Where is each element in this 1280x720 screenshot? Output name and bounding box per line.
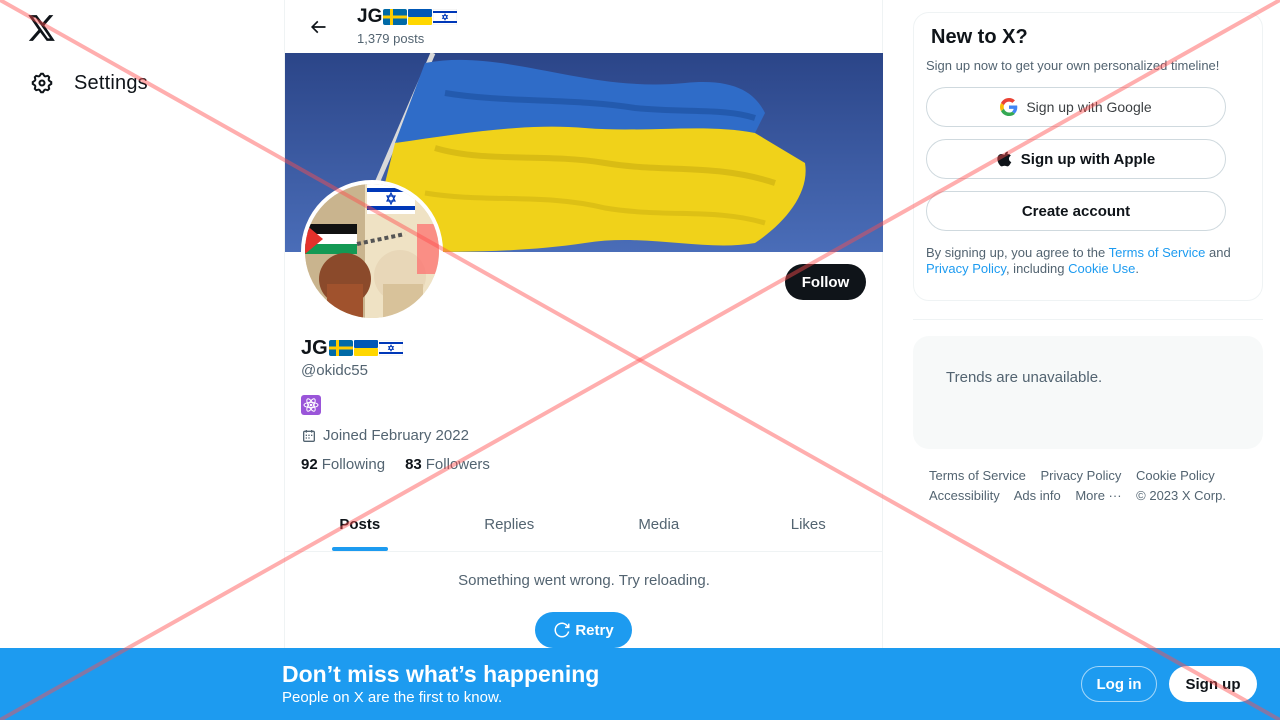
signup-legal-text: By signing up, you agree to the Terms of…	[926, 245, 1246, 277]
prompt-title: Don’t miss what’s happening	[282, 661, 600, 687]
signup-title: New to X?	[931, 26, 1028, 48]
sweden-flag-icon	[328, 340, 353, 356]
refresh-icon	[554, 622, 570, 638]
tab-posts[interactable]: Posts	[285, 497, 435, 551]
profile-column: JG 1,379 posts Follow JG @okidc55 Joined…	[284, 0, 883, 720]
apple-icon	[997, 151, 1012, 167]
trends-unavailable-text: Trends are unavailable.	[946, 369, 1103, 386]
signup-subtitle: Sign up now to get your own personalized…	[926, 58, 1220, 73]
israel-flag-icon	[378, 340, 403, 356]
footer-copyright: © 2023 X Corp.	[1136, 488, 1226, 503]
profile-tabs: Posts Replies Media Likes	[285, 497, 883, 552]
footer-ads[interactable]: Ads info	[1014, 488, 1061, 503]
nav-settings-label: Settings	[74, 71, 148, 94]
footer-privacy[interactable]: Privacy Policy	[1040, 468, 1121, 483]
left-navigation: Settings	[0, 0, 284, 720]
profile-info: JG @okidc55 Joined February 2022 92 Follo…	[301, 336, 861, 473]
x-logo-icon[interactable]	[26, 12, 58, 44]
signup-card: New to X? Sign up now to get your own pe…	[913, 12, 1263, 301]
nav-settings[interactable]: Settings	[20, 62, 158, 104]
follow-stats: 92 Following 83 Followers	[301, 456, 861, 473]
israel-flag-icon	[433, 9, 458, 25]
profile-header-bar: JG 1,379 posts	[285, 0, 882, 53]
gear-icon	[31, 72, 53, 94]
following-label: Following	[321, 456, 386, 473]
google-icon	[1000, 98, 1018, 116]
trends-card: Trends are unavailable.	[913, 336, 1263, 449]
sidebar-divider	[913, 319, 1263, 320]
legal-prefix: By signing up, you agree to the	[926, 245, 1109, 260]
footer-accessibility[interactable]: Accessibility	[929, 488, 1000, 503]
signup-button[interactable]: Sign up	[1169, 666, 1257, 702]
follow-button[interactable]: Follow	[785, 264, 866, 300]
following-link[interactable]: 92 Following	[301, 456, 385, 473]
tab-replies[interactable]: Replies	[435, 497, 585, 551]
login-button[interactable]: Log in	[1081, 666, 1157, 702]
create-account-button[interactable]: Create account	[926, 191, 1226, 231]
feed-error-message: Something went wrong. Try reloading.	[458, 572, 710, 589]
login-prompt-bar: Don’t miss what’s happening People on X …	[0, 648, 1280, 720]
privacy-link[interactable]: Privacy Policy	[926, 261, 1006, 276]
legal-end: .	[1135, 261, 1139, 276]
ukraine-flag-icon	[408, 9, 433, 25]
terms-link[interactable]: Terms of Service	[1109, 245, 1206, 260]
tab-media[interactable]: Media	[584, 497, 734, 551]
signup-apple-label: Sign up with Apple	[1020, 150, 1156, 168]
followers-label: Followers	[425, 456, 490, 473]
profile-name-text: JG	[301, 336, 328, 359]
sweden-flag-icon	[383, 9, 408, 25]
profile-avatar[interactable]	[301, 180, 443, 322]
footer-cookie[interactable]: Cookie Policy	[1136, 468, 1215, 483]
header-post-count: 1,379 posts	[357, 31, 425, 46]
footer-links: Terms of Service Privacy Policy Cookie P…	[929, 466, 1249, 506]
joined-text: Joined February 2022	[323, 427, 469, 444]
legal-and: and	[1205, 245, 1231, 260]
retry-label: Retry	[575, 621, 614, 639]
ukraine-flag-icon	[353, 340, 378, 356]
calendar-icon	[303, 429, 315, 442]
followers-link[interactable]: 83 Followers	[405, 456, 490, 473]
header-display-name: JG	[357, 6, 458, 28]
retry-button[interactable]: Retry	[535, 612, 632, 648]
cookie-link[interactable]: Cookie Use	[1068, 261, 1135, 276]
profile-handle: @okidc55	[301, 362, 368, 379]
joined-date: Joined February 2022	[301, 427, 861, 444]
atom-icon	[301, 395, 321, 415]
signup-google-label: Sign up with Google	[1026, 99, 1152, 115]
followers-count: 83	[405, 456, 422, 473]
header-name-text: JG	[357, 6, 383, 27]
tab-likes[interactable]: Likes	[734, 497, 884, 551]
signup-google-button[interactable]: Sign up with Google	[926, 87, 1226, 127]
footer-more[interactable]: More ···	[1075, 488, 1121, 503]
following-count: 92	[301, 456, 318, 473]
footer-terms[interactable]: Terms of Service	[929, 468, 1026, 483]
legal-including: , including	[1005, 261, 1069, 276]
arrow-left-icon	[310, 20, 326, 33]
prompt-subtitle: People on X are the first to know.	[282, 689, 503, 706]
signup-apple-button[interactable]: Sign up with Apple	[926, 139, 1226, 179]
back-button[interactable]	[301, 10, 335, 44]
profile-display-name: JG	[301, 336, 861, 360]
